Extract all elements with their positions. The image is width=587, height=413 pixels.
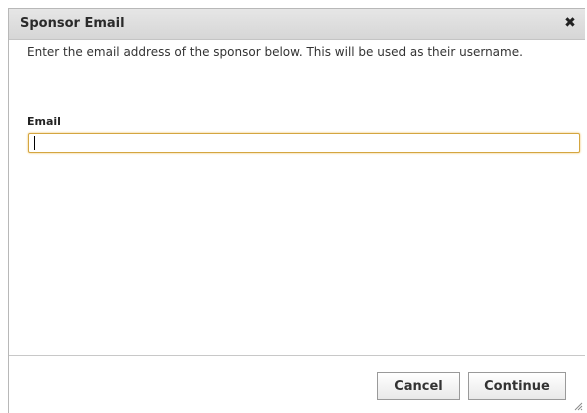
instructions-text: Enter the email address of the sponsor b… [27, 45, 523, 59]
sponsor-email-dialog: Sponsor Email ✖ Enter the email address … [8, 8, 585, 413]
dialog-title: Sponsor Email [20, 16, 125, 31]
dialog-titlebar[interactable]: Sponsor Email ✖ [9, 9, 585, 40]
footer-divider [9, 355, 585, 356]
email-input[interactable] [28, 133, 580, 153]
text-caret [34, 136, 35, 150]
close-icon[interactable]: ✖ [562, 15, 578, 31]
resize-grip-icon[interactable] [573, 401, 583, 411]
cancel-button[interactable]: Cancel [377, 372, 460, 400]
email-label: Email [27, 115, 61, 128]
continue-button[interactable]: Continue [468, 372, 566, 400]
